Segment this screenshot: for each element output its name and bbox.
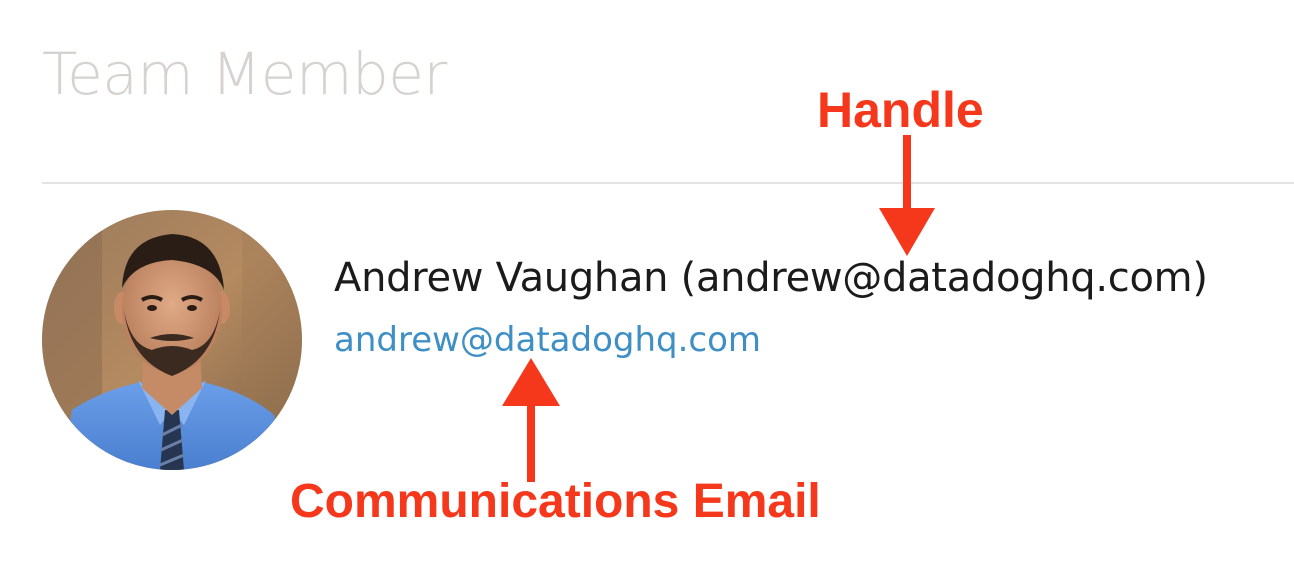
avatar <box>42 210 302 470</box>
divider <box>42 182 1294 184</box>
member-email-link[interactable]: andrew@datadoghq.com <box>334 316 761 364</box>
email-annotation-label: Communications Email <box>290 475 821 528</box>
handle-annotation-label: Handle <box>817 82 984 138</box>
page-title: Team Member <box>42 40 447 108</box>
email-arrow-icon <box>502 358 560 482</box>
avatar-photo <box>42 210 302 470</box>
handle-arrow-icon <box>879 135 935 256</box>
member-display-name: Andrew Vaughan (andrew@datadoghq.com) <box>334 255 1208 301</box>
